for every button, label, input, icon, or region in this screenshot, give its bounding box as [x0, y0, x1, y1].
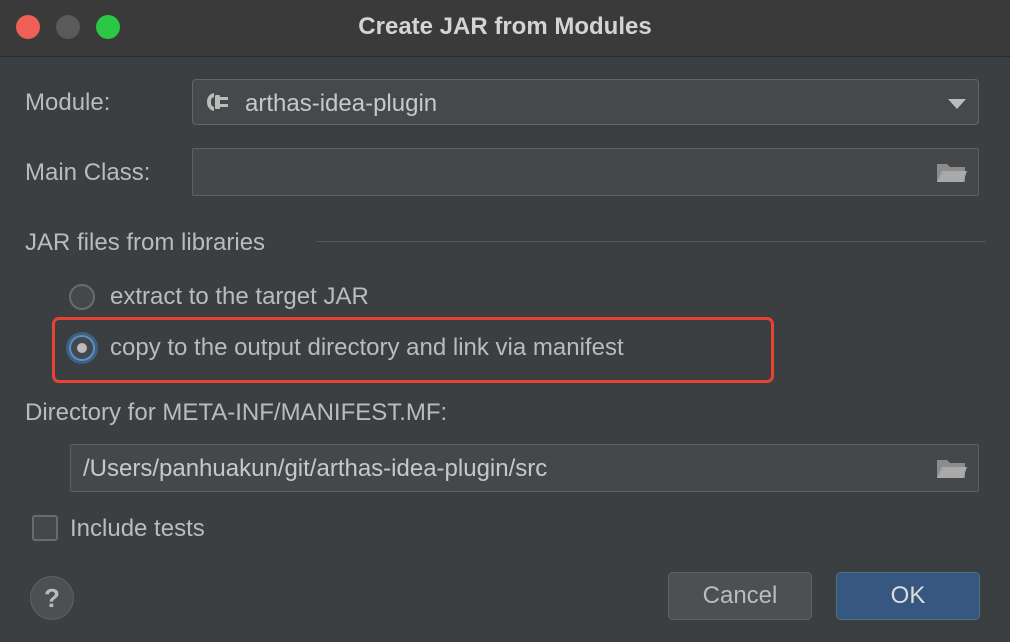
manifest-dir-label: Directory for META-INF/MANIFEST.MF: [25, 399, 448, 426]
extract-radio[interactable] [69, 284, 95, 310]
module-combobox[interactable]: arthas-idea-plugin [192, 79, 979, 125]
radio-selected-dot [77, 343, 87, 353]
copy-to-output-radio[interactable] [69, 335, 95, 361]
folder-icon[interactable] [936, 457, 968, 481]
cancel-button[interactable]: Cancel [668, 572, 812, 620]
manifest-dir-value: /Users/panhuakun/git/arthas-idea-plugin/… [83, 455, 548, 482]
include-tests-checkbox[interactable] [32, 515, 58, 541]
manifest-dir-field[interactable]: /Users/panhuakun/git/arthas-idea-plugin/… [70, 444, 979, 492]
folder-icon[interactable] [936, 161, 968, 185]
plugin-module-icon [207, 93, 228, 111]
section-separator [316, 241, 986, 242]
main-class-label: Main Class: [25, 159, 151, 186]
extract-radio-label[interactable]: extract to the target JAR [110, 283, 369, 311]
main-class-field[interactable] [192, 148, 979, 196]
dialog-title: Create JAR from Modules [358, 13, 652, 40]
libraries-section-title: JAR files from libraries [25, 229, 266, 256]
module-label: Module: [25, 89, 111, 116]
ok-button[interactable]: OK [836, 572, 980, 620]
help-button[interactable]: ? [30, 576, 74, 620]
title-bar: Create JAR from Modules [0, 0, 1010, 57]
chevron-down-icon[interactable] [948, 99, 966, 109]
include-tests-label[interactable]: Include tests [70, 515, 205, 543]
copy-to-output-radio-label[interactable]: copy to the output directory and link vi… [110, 334, 624, 362]
create-jar-dialog: Create JAR from Modules Module: arthas-i… [0, 0, 1010, 642]
module-value: arthas-idea-plugin [245, 90, 438, 117]
